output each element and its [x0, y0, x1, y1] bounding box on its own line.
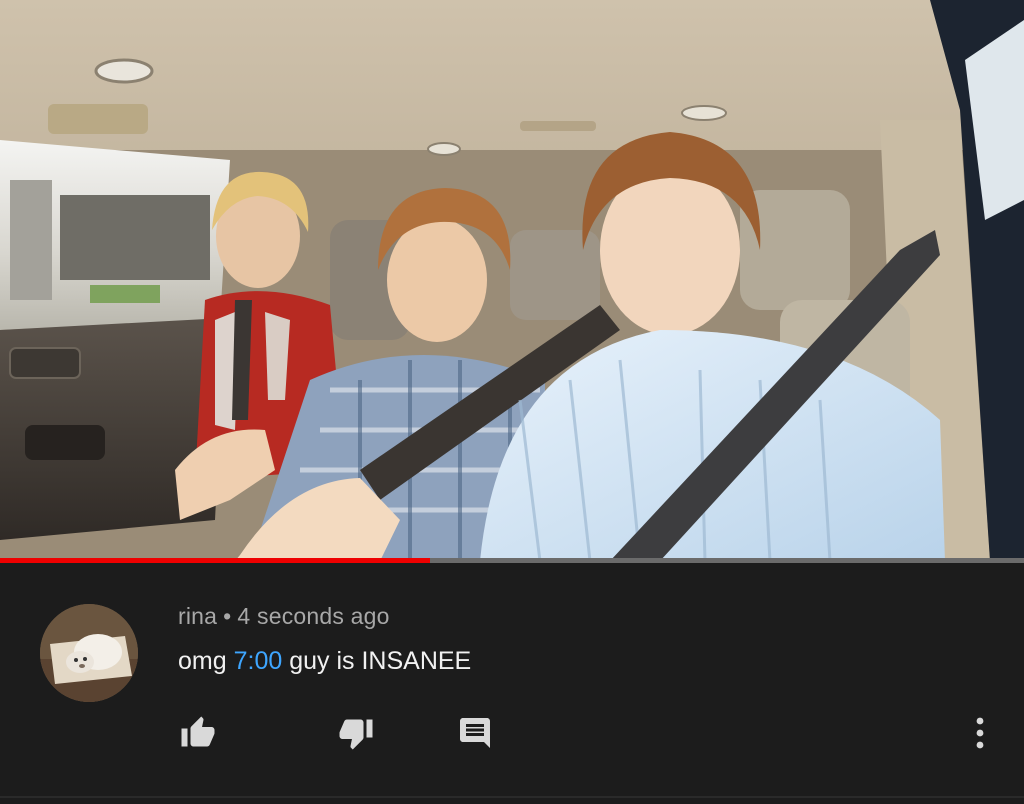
divider [0, 796, 1024, 798]
dislike-button[interactable] [334, 711, 378, 755]
vertical-ellipsis-icon [976, 717, 984, 749]
video-player[interactable] [0, 0, 1024, 561]
comment-text-before: omg [178, 647, 234, 675]
reply-button[interactable] [453, 711, 497, 755]
comment-icon [460, 718, 490, 748]
comment-text: omg 7:00 guy is INSANEE [178, 647, 471, 676]
comment-meta: rina • 4 seconds ago [178, 603, 390, 630]
comment-author[interactable]: rina [178, 603, 217, 629]
comment-item: rina • 4 seconds ago omg 7:00 guy is INSAN… [0, 563, 1024, 804]
timestamp-link[interactable]: 7:00 [234, 647, 283, 675]
avatar-image [40, 604, 138, 702]
thumbs-up-icon [181, 716, 215, 747]
meta-separator: • [223, 603, 232, 629]
more-options-button[interactable] [958, 711, 1002, 755]
comment-text-after: guy is INSANEE [282, 647, 472, 675]
video-frame [0, 0, 1024, 561]
thumbs-down-icon [339, 719, 373, 750]
avatar[interactable] [40, 604, 138, 702]
like-button[interactable] [176, 711, 220, 755]
comment-time: 4 seconds ago [237, 603, 390, 629]
